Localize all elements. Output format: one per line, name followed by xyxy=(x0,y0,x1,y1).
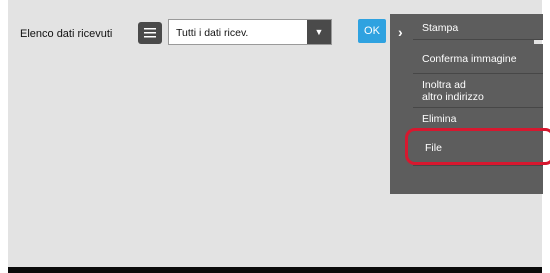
bottom-bar xyxy=(8,267,542,273)
action-panel-lower xyxy=(390,194,534,267)
menu-item-elimina[interactable]: Elimina xyxy=(413,108,543,130)
highlight-frame xyxy=(405,128,550,165)
filter-select-value: Tutti i dati ricev. xyxy=(176,27,249,39)
list-icon xyxy=(144,28,156,38)
chevron-right-icon[interactable]: › xyxy=(398,24,403,40)
menu-item-empty xyxy=(413,166,543,194)
menu-item-inoltra[interactable]: Inoltra ad altro indirizzo xyxy=(413,74,543,108)
ok-button[interactable]: OK xyxy=(358,19,386,43)
filter-select[interactable]: Tutti i dati ricev. ▼ xyxy=(168,19,332,45)
triangle-down-icon[interactable]: ▼ xyxy=(307,20,331,44)
page-title: Elenco dati ricevuti xyxy=(20,28,113,40)
menu-item-conferma-immagine[interactable]: Conferma immagine xyxy=(413,44,543,74)
list-view-button[interactable] xyxy=(138,22,162,44)
menu-item-stampa[interactable]: Stampa xyxy=(413,14,543,40)
